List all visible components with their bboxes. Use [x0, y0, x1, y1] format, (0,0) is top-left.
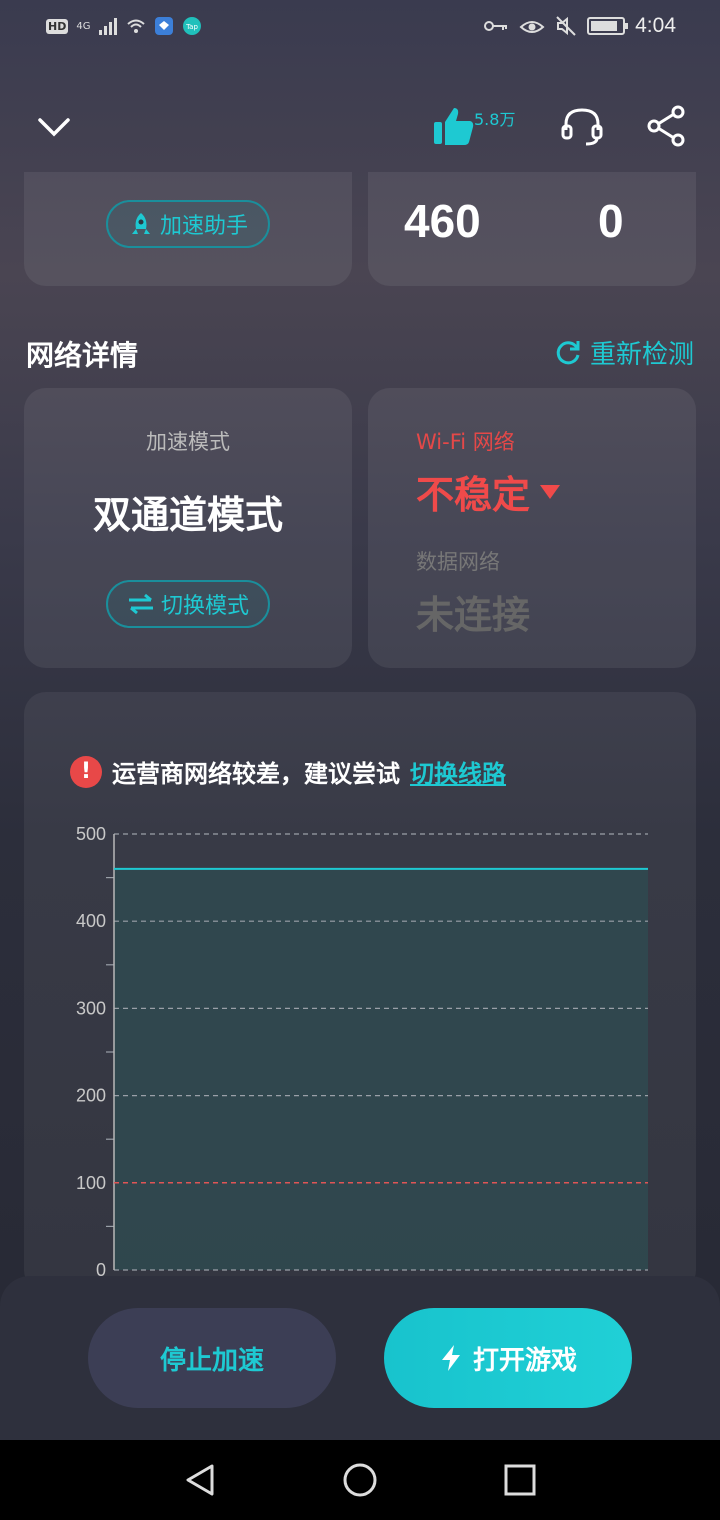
- y-tick-label: 200: [76, 1086, 106, 1106]
- y-tick-label: 100: [76, 1173, 106, 1193]
- switch-mode-label: 切换模式: [160, 594, 249, 619]
- rocket-icon: [131, 213, 150, 234]
- series-area: [114, 868, 648, 1270]
- stop-acceleration-label: 停止加速: [159, 1345, 264, 1376]
- refresh-icon: [556, 340, 580, 364]
- switch-route-link[interactable]: 切换线路: [410, 754, 506, 789]
- clock: 4:04: [635, 14, 676, 37]
- speed-card: 加速助手: [24, 172, 352, 286]
- action-sheet: 停止加速 打开游戏: [0, 1276, 720, 1440]
- thumbs-up-icon[interactable]: [432, 104, 476, 148]
- warning-banner: ! 运营商网络较差，建议尝试 切换线路: [70, 754, 506, 789]
- lightning-icon: [441, 1345, 460, 1371]
- wifi-label: Wi-Fi 网络: [416, 430, 515, 454]
- wifi-status-value: 不稳定: [416, 473, 531, 517]
- accelerate-assistant-button[interactable]: 加速助手: [106, 200, 270, 248]
- like-count: 5.8万: [474, 110, 516, 129]
- data-network-status: 未连接: [416, 593, 531, 637]
- latency-value: 460: [404, 195, 481, 247]
- share-icon[interactable]: [646, 104, 688, 148]
- svg-text:Tap: Tap: [186, 23, 199, 31]
- section-title: 网络详情: [26, 339, 139, 372]
- latency-card: 460 0: [368, 172, 696, 286]
- nav-home-icon[interactable]: [342, 1462, 378, 1498]
- status-left: HD 4G Tap: [46, 16, 202, 36]
- mode-label: 加速模式: [146, 430, 230, 454]
- network-status-card: Wi-Fi 网络 不稳定 数据网络 未连接: [368, 388, 696, 668]
- swap-icon: [128, 593, 153, 615]
- customer-service-icon[interactable]: [560, 104, 604, 148]
- system-nav-bar: [0, 1440, 720, 1520]
- open-game-button[interactable]: 打开游戏: [384, 1308, 632, 1408]
- warning-text: 运营商网络较差，建议尝试: [112, 760, 400, 788]
- y-tick-label: 500: [76, 824, 106, 844]
- wifi-icon: [127, 19, 146, 33]
- switch-mode-button[interactable]: 切换模式: [106, 580, 270, 628]
- nav-recent-apps-icon[interactable]: [502, 1462, 538, 1498]
- alert-icon: !: [70, 755, 102, 788]
- y-tick-label: 400: [76, 911, 106, 931]
- top-bar: 5.8万: [0, 96, 720, 156]
- status-bar: HD 4G Tap 4:04: [0, 0, 720, 56]
- y-tick-label: 300: [76, 998, 106, 1018]
- chevron-down-icon[interactable]: [36, 108, 72, 144]
- mode-value: 双通道模式: [92, 493, 283, 537]
- data-network-label: 数据网络: [416, 550, 500, 574]
- open-game-label: 打开游戏: [472, 1345, 577, 1376]
- tap-app-icon: Tap: [183, 17, 202, 35]
- wifi-status-dropdown[interactable]: 不稳定: [416, 464, 561, 519]
- acceleration-mode-card: 加速模式 双通道模式 切换模式: [24, 388, 352, 668]
- key-icon: [484, 21, 508, 31]
- packet-loss-value: 0: [598, 195, 624, 247]
- stop-acceleration-button[interactable]: 停止加速: [88, 1308, 336, 1408]
- mute-icon: [556, 16, 576, 36]
- latency-chart-card: ! 运营商网络较差，建议尝试 切换线路 0 100 200 300 400 500: [24, 692, 696, 1292]
- app-notification-icon: [155, 17, 174, 35]
- nav-back-icon[interactable]: [182, 1462, 218, 1498]
- accelerate-assistant-label: 加速助手: [159, 214, 248, 239]
- recheck-button[interactable]: 重新检测: [554, 334, 694, 371]
- caret-down-icon: [540, 484, 561, 499]
- latency-chart: 0100200300400500: [76, 824, 648, 1280]
- status-right: 4:04: [483, 14, 676, 38]
- eye-icon: [519, 21, 545, 33]
- recheck-label: 重新检测: [589, 340, 694, 370]
- signal-icon: [99, 18, 118, 35]
- hd-badge: HD: [46, 18, 69, 34]
- network-type: 4G: [76, 20, 91, 32]
- battery-icon: [587, 17, 629, 35]
